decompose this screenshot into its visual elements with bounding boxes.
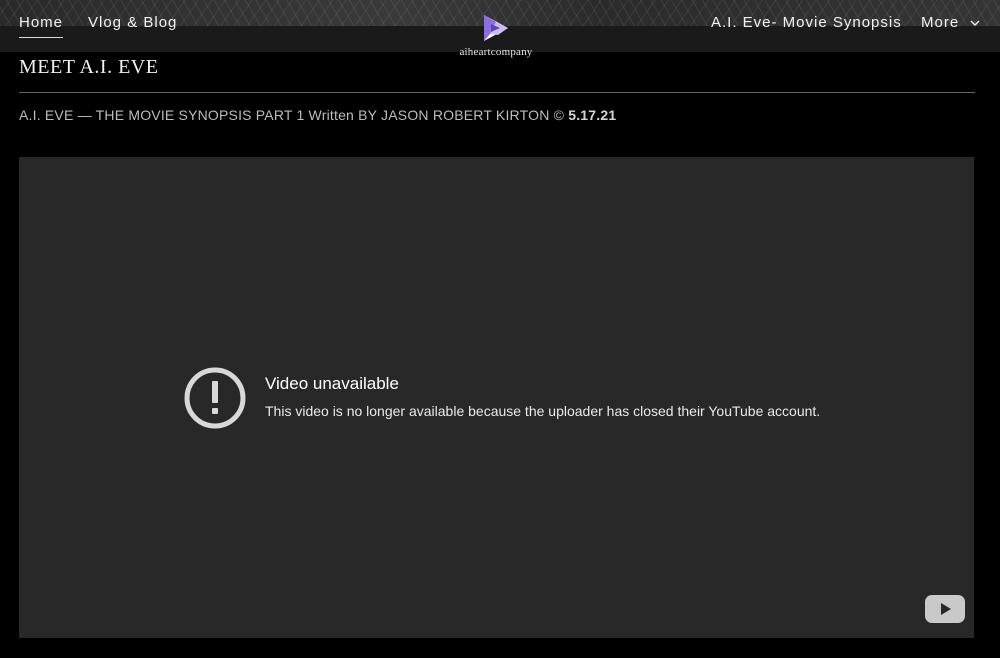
logo-mark-icon (484, 15, 508, 41)
nav-home-link[interactable]: Home (19, 13, 64, 38)
video-player[interactable]: Video unavailable This video is no longe… (19, 157, 974, 638)
logo-text: aiheartcompany (459, 46, 533, 58)
chevron-down-icon (970, 20, 980, 26)
title-divider (19, 92, 975, 93)
subtitle-text: A.I. EVE — THE MOVIE SYNOPSIS PART 1 Wri… (19, 107, 565, 123)
alert-icon (184, 367, 246, 429)
nav-synopsis-link[interactable]: A.I. Eve- Movie Synopsis (711, 13, 902, 33)
page-subtitle: A.I. EVE — THE MOVIE SYNOPSIS PART 1 Wri… (19, 107, 616, 123)
subtitle-date: 5.17.21 (568, 107, 617, 123)
nav-more-label: More (921, 14, 960, 31)
nav-more-menu[interactable]: More (921, 13, 980, 33)
nav-vlog-link[interactable]: Vlog & Blog (88, 13, 177, 33)
site-logo[interactable]: aiheartcompany (455, 12, 537, 64)
video-unavailable-message: This video is no longer available becaus… (265, 403, 821, 419)
page-title: MEET A.I. EVE (19, 56, 159, 78)
youtube-play-icon[interactable] (925, 595, 965, 623)
video-unavailable-title: Video unavailable (265, 374, 399, 393)
